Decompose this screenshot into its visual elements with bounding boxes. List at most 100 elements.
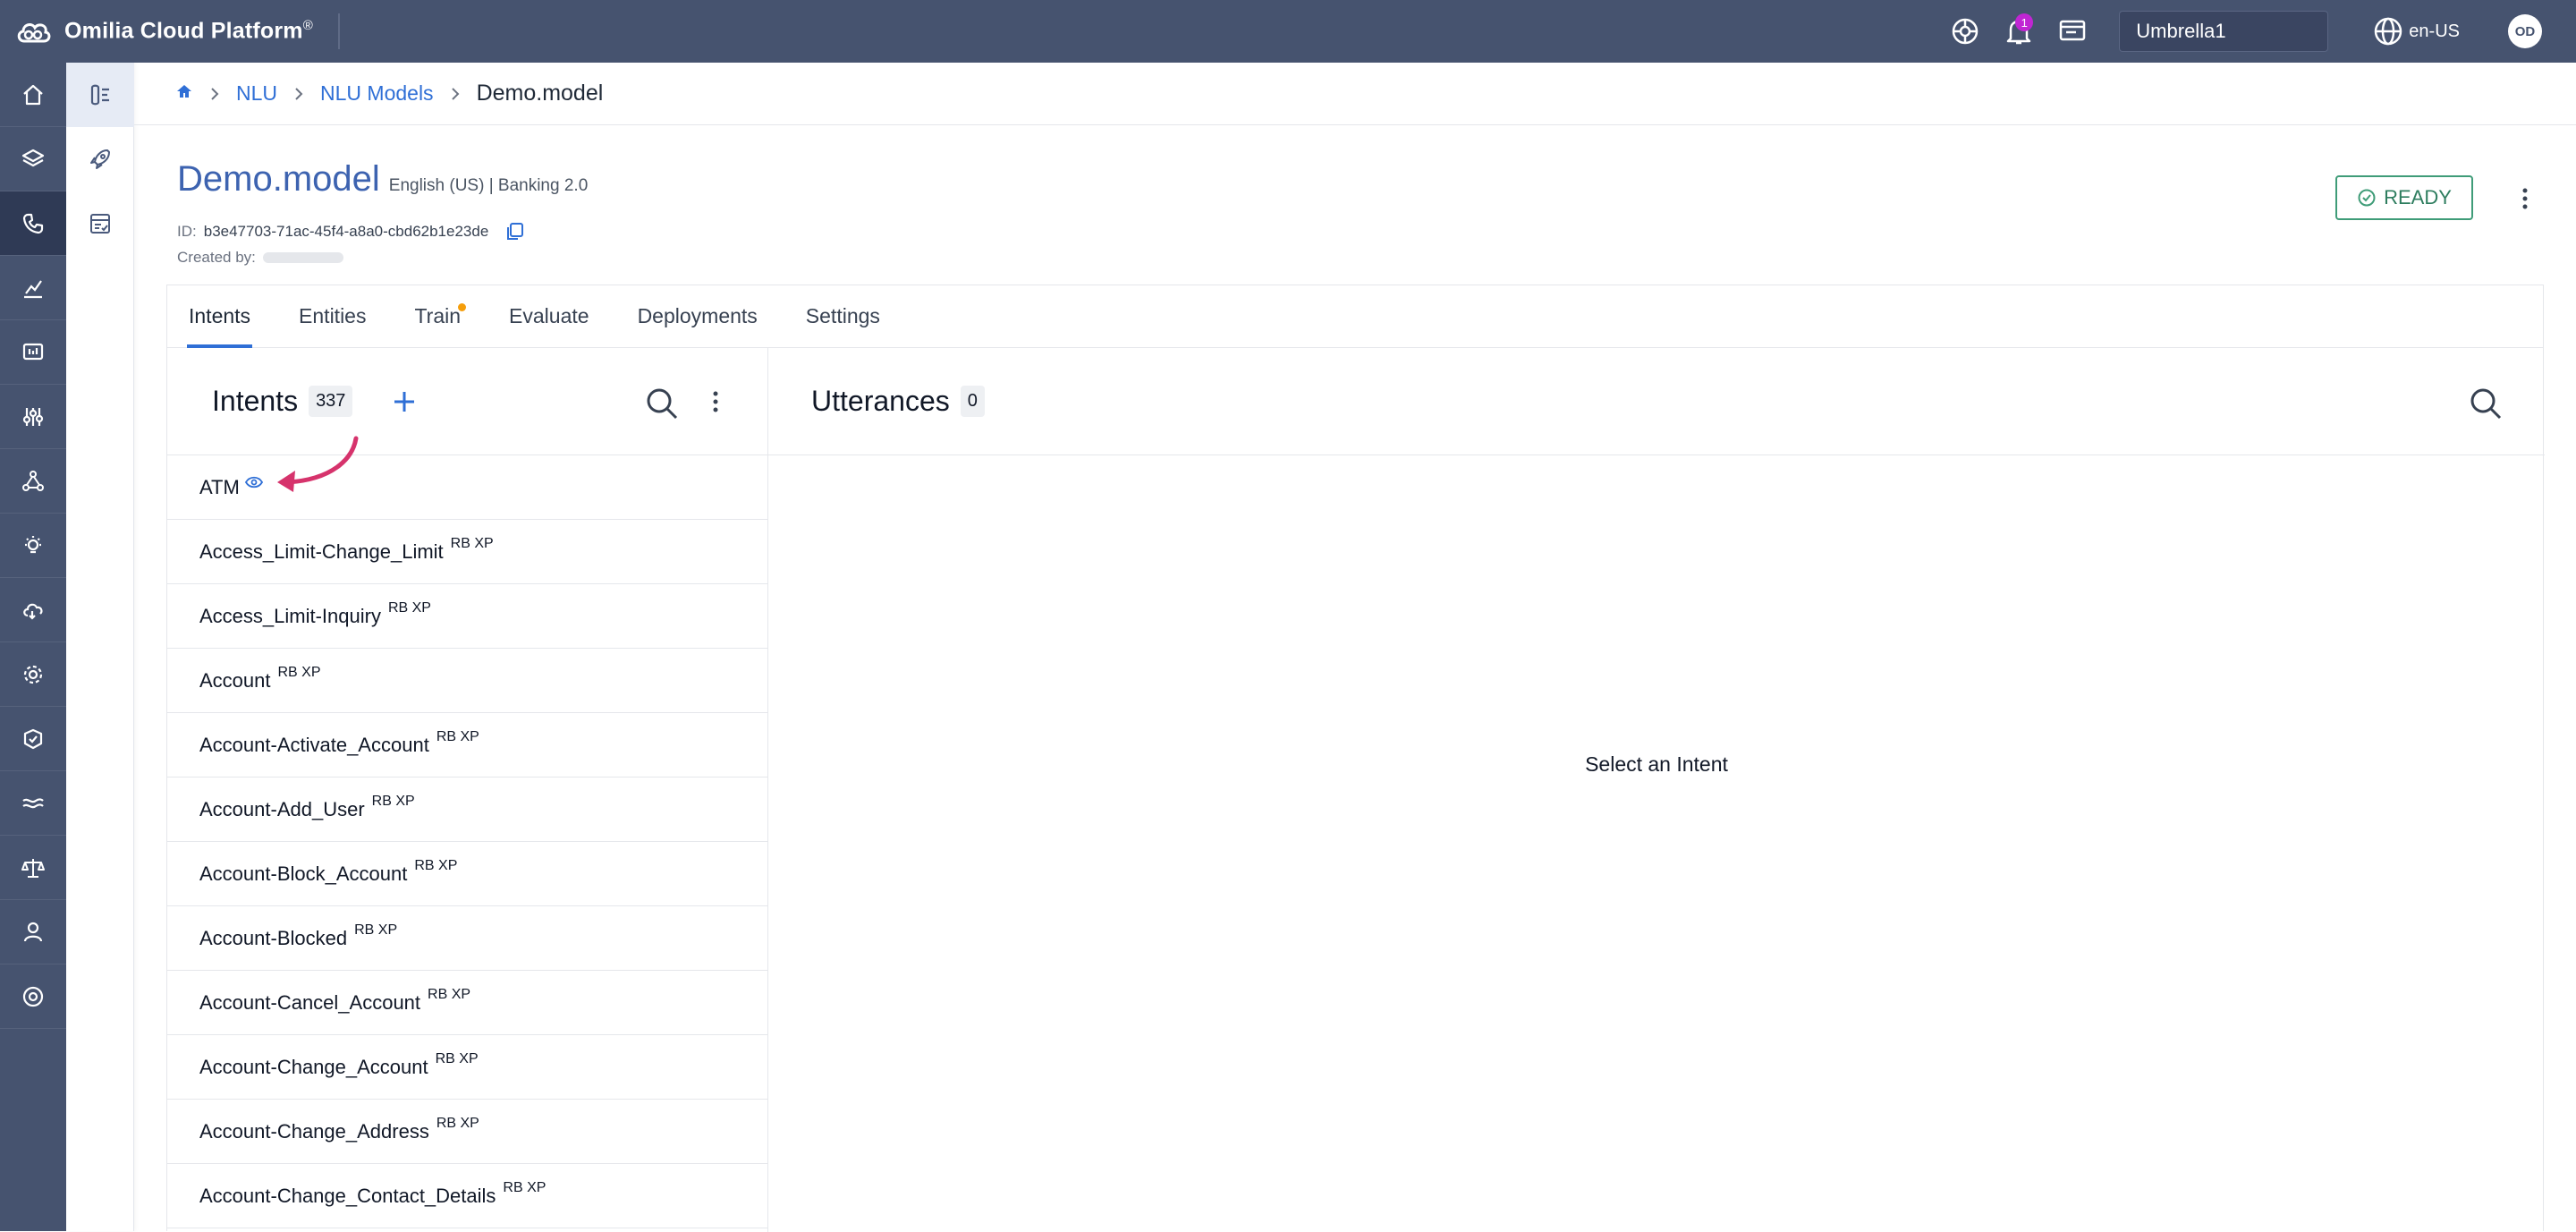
intent-tag: RB XP: [436, 728, 479, 744]
nav-compliance[interactable]: [0, 836, 66, 900]
nav-security[interactable]: [0, 707, 66, 771]
brand[interactable]: Omilia Cloud Platform®: [14, 13, 313, 50]
tab-intents[interactable]: Intents: [186, 285, 253, 348]
nav-insights[interactable]: [0, 514, 66, 578]
list-item[interactable]: Account-Cancel_Account RB XP: [167, 971, 767, 1035]
intent-tag: RB XP: [435, 1050, 479, 1066]
status-ready-button[interactable]: READY: [2335, 175, 2473, 220]
main-nav-rail: [0, 63, 66, 1231]
intent-name: Account-Block_Account: [199, 862, 408, 885]
home-breadcrumb-icon[interactable]: [175, 81, 193, 106]
list-item[interactable]: Account-Blocked RB XP: [167, 906, 767, 971]
subnav-deployments[interactable]: [66, 127, 134, 191]
nav-settings-sliders[interactable]: [0, 385, 66, 449]
intent-name: Account-Cancel_Account: [199, 990, 421, 1014]
check-circle-icon: [2358, 189, 2376, 207]
tab-entities[interactable]: Entities: [299, 285, 366, 347]
intent-name: Account-Change_Contact_Details: [199, 1184, 496, 1207]
list-item[interactable]: Account RB XP: [167, 649, 767, 713]
intents-more-vertical-icon[interactable]: [705, 384, 726, 420]
list-item[interactable]: Account-Change_Contact_Details RB XP: [167, 1164, 767, 1228]
nav-dashboards[interactable]: [0, 320, 66, 385]
tenant-selector[interactable]: Umbrella1: [2119, 11, 2329, 52]
empty-state-message: Select an Intent: [1585, 752, 1728, 776]
intent-item-atm[interactable]: ATM: [167, 455, 767, 520]
model-workspace: Intents Entities Train Evaluate Deployme…: [166, 285, 2545, 1232]
eye-icon[interactable]: [244, 471, 263, 494]
cloud-logo-icon: [14, 13, 52, 50]
nav-layers[interactable]: [0, 127, 66, 191]
intent-name: Account-Activate_Account: [199, 733, 429, 756]
home-icon: [23, 84, 43, 105]
nav-configuration[interactable]: [0, 642, 66, 707]
top-bar: Omilia Cloud Platform® 1 Umbrella1 en-US…: [0, 0, 2576, 63]
nav-network[interactable]: [0, 449, 66, 514]
list-item[interactable]: Access_Limit-Change_Limit RB XP: [167, 520, 767, 584]
subnav-nlu-models[interactable]: [66, 63, 134, 127]
rocket-icon: [90, 149, 110, 169]
model-language-domain: English (US) | Banking 2.0: [388, 176, 589, 195]
tab-evaluate[interactable]: Evaluate: [509, 285, 589, 347]
utterances-panel: Utterances 0 Select an Intent: [768, 348, 2545, 1232]
tab-deployments[interactable]: Deployments: [638, 285, 758, 347]
more-vertical-icon[interactable]: [2513, 181, 2537, 217]
tab-train[interactable]: Train: [414, 285, 467, 347]
breadcrumb-nlu[interactable]: NLU: [236, 81, 277, 106]
add-intent-plus-icon[interactable]: [388, 386, 420, 418]
intent-name: Account-Change_Address: [199, 1119, 429, 1143]
model-header: Demo.model English (US) | Banking 2.0: [177, 159, 588, 200]
nav-analytics[interactable]: [0, 256, 66, 320]
copy-icon[interactable]: [503, 220, 526, 243]
search-intents-icon[interactable]: [642, 384, 682, 423]
locale-selector[interactable]: en-US: [2373, 16, 2460, 47]
redacted-creator: [262, 252, 343, 263]
intents-count-badge: 337: [309, 386, 353, 417]
tab-settings[interactable]: Settings: [806, 285, 880, 347]
list-item[interactable]: Account-Block_Account RB XP: [167, 842, 767, 906]
globe-icon: [2375, 17, 2402, 46]
model-id-row: ID: b3e47703-71ac-45f4-a8a0-cbd62b1e23de: [177, 220, 526, 243]
utterances-count-badge: 0: [960, 386, 985, 417]
user-avatar[interactable]: OD: [2508, 14, 2542, 48]
nav-support[interactable]: [0, 964, 66, 1029]
nav-nlu[interactable]: [0, 191, 66, 256]
chevron-right-icon: [450, 86, 461, 102]
list-item[interactable]: Account-Change_Account RB XP: [167, 1035, 767, 1100]
intent-name: Account-Add_User: [199, 797, 365, 820]
intent-tag: RB XP: [503, 1179, 547, 1195]
utterances-title: Utterances: [811, 385, 950, 417]
intent-name: Account-Blocked: [199, 926, 348, 949]
search-utterances-icon[interactable]: [2466, 384, 2505, 423]
analytics-icon: [24, 279, 42, 298]
list-item[interactable]: Account-Activate_Account RB XP: [167, 713, 767, 777]
status-label: READY: [2384, 186, 2452, 208]
nav-speech[interactable]: [0, 771, 66, 836]
chevron-right-icon: [293, 86, 304, 102]
nav-cloud[interactable]: [0, 578, 66, 642]
nlu-icon: [90, 84, 109, 106]
notifications-bell-icon[interactable]: 1: [1999, 12, 2038, 51]
model-id-label: ID:: [177, 223, 197, 240]
intent-tag: RB XP: [277, 664, 321, 680]
intent-name: ATM: [199, 475, 240, 498]
brand-name: Omilia Cloud Platform®: [64, 18, 313, 44]
nav-home[interactable]: [0, 63, 66, 127]
intent-name: Access_Limit-Inquiry: [199, 604, 381, 627]
sliders-icon: [22, 407, 44, 426]
help-wheel-icon[interactable]: [1945, 12, 1985, 51]
train-indicator-dot: [458, 303, 467, 311]
list-item[interactable]: Account-Add_User RB XP: [167, 777, 767, 842]
list-item[interactable]: Account-Change_Address RB XP: [167, 1100, 767, 1164]
breadcrumb-nlu-models[interactable]: NLU Models: [320, 81, 434, 106]
list-item[interactable]: Access_Limit-Inquiry RB XP: [167, 584, 767, 649]
intent-name: Access_Limit-Change_Limit: [199, 540, 444, 563]
intent-tag: RB XP: [371, 793, 415, 809]
subnav-reports[interactable]: [66, 191, 134, 256]
bulb-icon: [25, 535, 41, 553]
release-notes-icon[interactable]: [2053, 12, 2092, 51]
shield-icon: [23, 728, 43, 749]
nav-users[interactable]: [0, 900, 66, 964]
cloud-icon: [23, 603, 43, 620]
intents-panel-header: Intents 337: [167, 348, 767, 455]
breadcrumb-current: Demo.model: [476, 81, 604, 106]
